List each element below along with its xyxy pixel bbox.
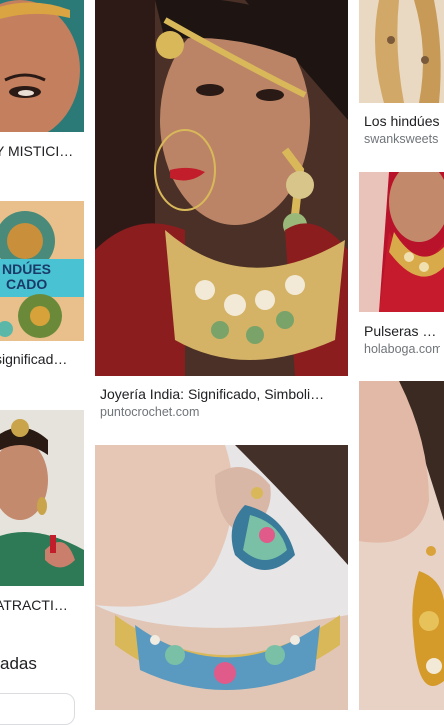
result-thumbnail[interactable]: NDÚES CADO	[0, 201, 84, 341]
result-thumbnail[interactable]	[95, 0, 348, 376]
result-card[interactable]: NDÚES CADO significad…	[0, 201, 84, 376]
result-title[interactable]: Los hindúes	[364, 112, 440, 130]
thumb-banner-text: NDÚES CADO	[2, 262, 51, 292]
result-title[interactable]: Y MISTICI…	[0, 142, 80, 160]
result-card[interactable]: Pulseras Hin holaboga.com	[359, 172, 444, 362]
result-thumbnail[interactable]	[359, 381, 444, 710]
result-thumbnail[interactable]	[359, 172, 444, 312]
result-title[interactable]: Pulseras Hin	[364, 322, 440, 340]
result-title[interactable]: ATRACTI…	[0, 596, 80, 614]
result-thumbnail[interactable]	[0, 410, 84, 586]
related-search-chip[interactable]	[0, 693, 75, 725]
result-card[interactable]	[359, 381, 444, 710]
result-card[interactable]: ATRACTI…	[0, 410, 84, 630]
result-source[interactable]: swanksweets	[364, 131, 440, 147]
result-card[interactable]: Los hindúes swanksweets	[359, 0, 444, 155]
result-card[interactable]: Joyería India: Significado, Simboli… pun…	[95, 0, 348, 430]
result-card[interactable]: Y MISTICI…	[0, 0, 84, 170]
related-searches-heading: adas	[0, 654, 37, 673]
banner-line-1: NDÚES	[2, 261, 52, 277]
result-source[interactable]: puntocrochet.com	[100, 404, 344, 420]
result-card[interactable]	[95, 445, 348, 710]
result-thumbnail[interactable]	[0, 0, 84, 132]
result-title[interactable]: Joyería India: Significado, Simboli…	[100, 385, 344, 403]
banner-line-2: CADO	[6, 276, 48, 292]
result-title[interactable]: significad…	[0, 350, 80, 368]
result-source[interactable]: holaboga.com	[364, 341, 440, 357]
result-thumbnail[interactable]	[359, 0, 444, 103]
result-thumbnail[interactable]	[95, 445, 348, 710]
